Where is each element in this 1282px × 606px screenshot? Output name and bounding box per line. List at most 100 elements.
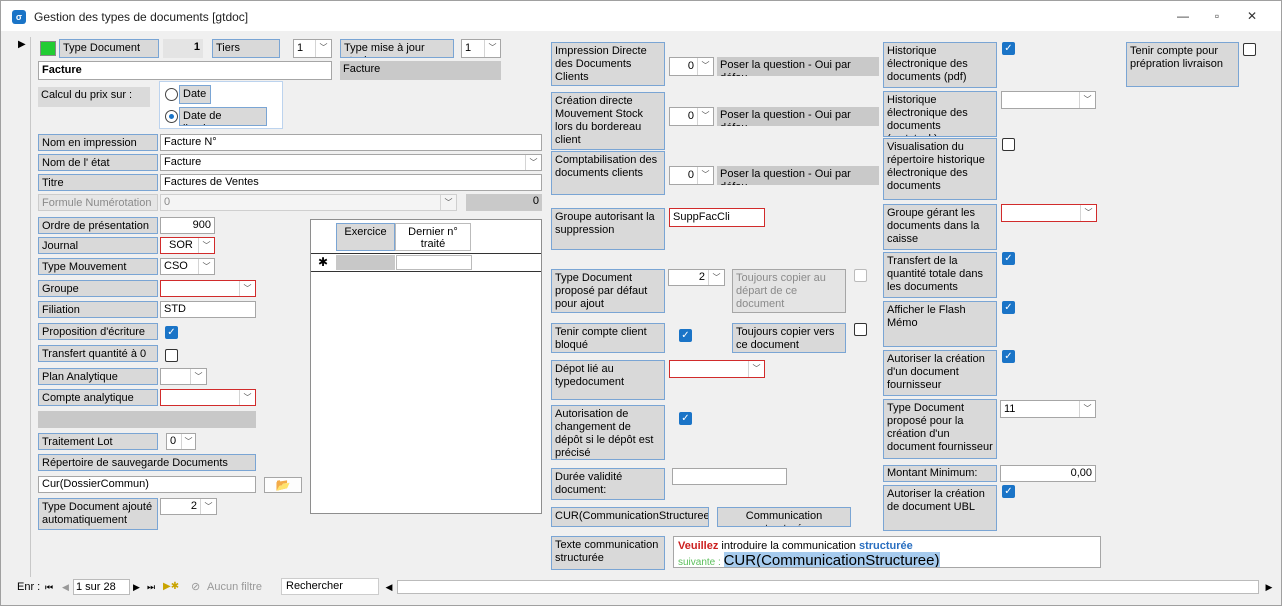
ordre-field[interactable]: 900 xyxy=(160,217,215,234)
hist-mvt-select[interactable]: ﹀ xyxy=(1001,91,1096,109)
color-swatch[interactable] xyxy=(40,41,56,56)
traitement-lot-select[interactable]: 0 ﹀ xyxy=(166,433,196,450)
plan-analytique-select[interactable]: ﹀ xyxy=(160,368,207,385)
chevron-down-icon: ﹀ xyxy=(748,361,764,377)
tiers-select[interactable]: 1 ﹀ xyxy=(293,39,332,58)
scroll-left-icon[interactable]: ◀ xyxy=(383,579,395,595)
type-doc-ajoute-label: Type Document ajouté automatiquement xyxy=(38,498,158,530)
horizontal-scrollbar[interactable] xyxy=(397,580,1259,594)
chevron-down-icon: ﹀ xyxy=(484,40,500,57)
flash-label: Afficher le Flash Mémo xyxy=(883,301,997,347)
proposition-checkbox[interactable]: ✓ xyxy=(165,326,178,339)
creation-select[interactable]: 0 ﹀ xyxy=(669,107,714,126)
compta-label: Comptabilisation des documents clients xyxy=(551,151,665,195)
type-mouvement-label: Type Mouvement xyxy=(38,258,158,275)
poser-question-3: Poser la question - Oui par défau xyxy=(717,166,879,185)
filiation-field[interactable]: STD xyxy=(160,301,256,318)
new-row-dernier-cell[interactable] xyxy=(396,255,472,270)
transfert-checkbox[interactable] xyxy=(165,349,178,362)
minimize-icon[interactable]: — xyxy=(1175,9,1191,23)
chevron-down-icon: ﹀ xyxy=(200,499,216,514)
hist-pdf-checkbox[interactable]: ✓ xyxy=(1002,42,1015,55)
scroll-right-icon[interactable]: ▶ xyxy=(1263,579,1275,595)
compte-analytique-select[interactable]: ﹀ xyxy=(160,389,256,406)
autoriser-fourn-label: Autoriser la création d'un document four… xyxy=(883,350,997,396)
impression-select[interactable]: 0 ﹀ xyxy=(669,57,714,76)
chevron-down-icon: ﹀ xyxy=(708,270,724,285)
type-propose-select[interactable]: 2 ﹀ xyxy=(668,269,725,286)
exercice-subform[interactable]: Exercice Dernier n° traité ✱ xyxy=(310,219,542,514)
traitement-lot-label: Traitement Lot Garantie xyxy=(38,433,158,450)
type-mouvement-select[interactable]: CSO ﹀ xyxy=(160,258,215,275)
ubl-label: Autoriser la création de document UBL xyxy=(883,485,997,531)
formule-select[interactable]: 0 ﹀ xyxy=(160,194,457,211)
type-doc-ajoute-select[interactable]: 2 ﹀ xyxy=(160,498,217,515)
texte-comm-label: Texte communication structurée xyxy=(551,536,665,570)
radio-date[interactable] xyxy=(165,88,178,101)
groupe-supp-field[interactable]: SuppFacCli xyxy=(669,208,765,227)
comm-structuree-button[interactable]: Communication structurée xyxy=(717,507,851,527)
texte-comm-richtext[interactable]: Veuillez introduire la communication str… xyxy=(673,536,1101,568)
new-record-icon[interactable]: ▶✱ xyxy=(163,579,179,595)
note-word-structuree: structurée xyxy=(858,540,913,552)
type-mise-stock-select[interactable]: 1 ﹀ xyxy=(461,39,501,58)
app-icon: σ xyxy=(12,10,26,24)
enr-label: Enr : xyxy=(17,581,41,593)
chevron-down-icon: ﹀ xyxy=(1080,205,1096,221)
montant-field[interactable]: 0,00 xyxy=(1000,465,1096,482)
radio-date-livraison[interactable] xyxy=(165,110,178,123)
chevron-down-icon: ﹀ xyxy=(239,390,255,405)
transfert-total-checkbox[interactable]: ✓ xyxy=(1002,252,1015,265)
prev-record-icon[interactable]: ◀ xyxy=(62,579,69,595)
autorisation-depot-checkbox[interactable]: ✓ xyxy=(679,412,692,425)
compta-select[interactable]: 0 ﹀ xyxy=(669,166,714,185)
filter-status[interactable]: Aucun filtre xyxy=(207,579,262,595)
depot-select[interactable]: ﹀ xyxy=(669,360,765,378)
next-record-icon[interactable]: ▶ xyxy=(133,579,140,595)
visu-checkbox[interactable] xyxy=(1002,138,1015,151)
toujours-copier-vers-checkbox[interactable] xyxy=(854,323,867,336)
chevron-down-icon: ﹀ xyxy=(1079,401,1095,417)
repertoire-field[interactable]: Cur(DossierCommun) xyxy=(38,476,256,493)
depot-label: Dépot lié au typedocument xyxy=(551,360,665,400)
search-field[interactable]: Rechercher xyxy=(281,578,379,595)
record-number-field[interactable]: 1 sur 28 xyxy=(73,579,130,595)
title-bar: σ Gestion des types de documents [gtdoc]… xyxy=(1,1,1281,31)
formule-count: 0 xyxy=(466,194,542,211)
groupe-caisse-select[interactable]: ﹀ xyxy=(1001,204,1097,222)
nom-impression-field[interactable]: Facture N° xyxy=(160,134,542,151)
flash-checkbox[interactable]: ✓ xyxy=(1002,301,1015,314)
close-icon[interactable]: ✕ xyxy=(1244,9,1260,23)
current-record-arrow-icon: ▶ xyxy=(18,39,26,50)
folder-open-icon[interactable]: 📂 xyxy=(264,477,302,493)
last-record-icon[interactable]: ⏭ xyxy=(147,579,155,595)
titre-field[interactable]: Factures de Ventes xyxy=(160,174,542,191)
cur-comm-button[interactable]: CUR(CommunicationStructuree) xyxy=(551,507,709,527)
tenir-livraison-checkbox[interactable] xyxy=(1243,43,1256,56)
impression-label: Impression Directe des Documents Clients xyxy=(551,42,665,86)
groupe-select[interactable]: ﹀ xyxy=(160,280,256,297)
radio-date-label: Date xyxy=(179,85,211,104)
new-row-marker-icon: ✱ xyxy=(317,255,329,269)
document-name-field[interactable]: Facture xyxy=(38,61,332,80)
autoriser-fourn-checkbox[interactable]: ✓ xyxy=(1002,350,1015,363)
duree-label: Durée validité document: xyxy=(551,468,665,500)
ubl-checkbox[interactable]: ✓ xyxy=(1002,485,1015,498)
restore-icon[interactable]: ▫ xyxy=(1209,9,1225,23)
first-record-icon[interactable]: ⏮ xyxy=(45,579,53,595)
nom-etat-select[interactable]: Facture ﹀ xyxy=(160,154,542,171)
autorisation-depot-label: Autorisation de changement de dépôt si l… xyxy=(551,405,665,460)
creation-label: Création directe Mouvement Stock lors du… xyxy=(551,92,665,150)
note-text: introduire la communication xyxy=(718,540,859,552)
journal-select[interactable]: SOR ﹀ xyxy=(160,237,215,254)
compte-analytique-label: Compte analytique xyxy=(38,389,158,406)
duree-field[interactable] xyxy=(672,468,787,485)
repertoire-label: Répertoire de sauvegarde Documents Word xyxy=(38,454,256,471)
toujours-copier-depart-checkbox[interactable] xyxy=(854,269,867,282)
type-fourn-select[interactable]: 11 ﹀ xyxy=(1000,400,1096,418)
new-row-exercice-cell[interactable] xyxy=(336,255,395,270)
formule-label: Formule Numérotation xyxy=(38,194,158,211)
montant-label: Montant Minimum: xyxy=(883,465,997,482)
record-selector[interactable]: ▶ xyxy=(11,37,31,577)
tenir-bloque-checkbox[interactable]: ✓ xyxy=(679,329,692,342)
